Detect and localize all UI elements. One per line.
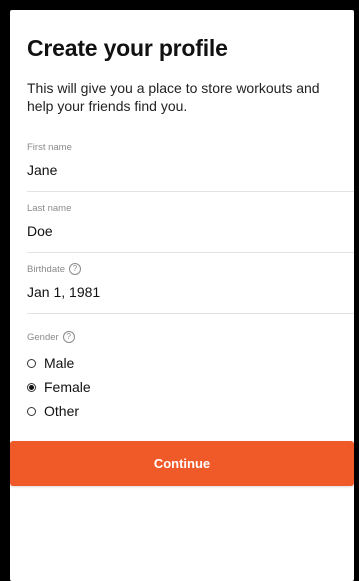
birthdate-input[interactable]: Jan 1, 1981 bbox=[27, 283, 354, 301]
birthdate-field[interactable]: Birthdate ? Jan 1, 1981 bbox=[27, 263, 354, 314]
first-name-divider bbox=[27, 191, 354, 192]
gender-help-icon[interactable]: ? bbox=[62, 331, 75, 343]
device-frame: Create your profile This will give you a… bbox=[0, 0, 359, 581]
gender-label-text: Gender bbox=[27, 331, 59, 343]
birthdate-help-icon[interactable]: ? bbox=[69, 263, 82, 275]
last-name-label-text: Last name bbox=[27, 202, 72, 214]
page-subtitle: This will give you a place to store work… bbox=[27, 80, 320, 114]
last-name-input[interactable]: Doe bbox=[27, 222, 354, 240]
gender-label: Gender ? bbox=[27, 331, 354, 343]
gender-option-male[interactable]: Male bbox=[27, 351, 354, 375]
first-name-label: First name bbox=[27, 141, 354, 153]
gender-group: Gender ? Male Female Other bbox=[27, 331, 354, 423]
first-name-label-text: First name bbox=[27, 141, 72, 153]
gender-option-label: Male bbox=[44, 355, 75, 371]
last-name-divider bbox=[27, 252, 354, 253]
profile-sheet: Create your profile This will give you a… bbox=[10, 10, 354, 581]
radio-selected-icon[interactable] bbox=[27, 382, 36, 392]
last-name-field[interactable]: Last name Doe bbox=[27, 202, 354, 253]
first-name-field[interactable]: First name Jane bbox=[27, 141, 354, 192]
first-name-input[interactable]: Jane bbox=[27, 161, 354, 179]
gender-option-female[interactable]: Female bbox=[27, 375, 354, 399]
birthdate-label-text: Birthdate bbox=[27, 263, 66, 275]
birthdate-divider bbox=[27, 313, 354, 314]
last-name-label: Last name bbox=[27, 202, 354, 214]
continue-button[interactable]: Continue bbox=[10, 441, 354, 486]
gender-option-label: Other bbox=[44, 403, 80, 419]
gender-option-label: Female bbox=[44, 379, 91, 395]
birthdate-label: Birthdate ? bbox=[27, 263, 354, 275]
gender-option-other[interactable]: Other bbox=[27, 399, 354, 423]
page-title: Create your profile bbox=[27, 35, 228, 61]
radio-icon[interactable] bbox=[27, 358, 36, 368]
radio-icon[interactable] bbox=[27, 406, 36, 416]
